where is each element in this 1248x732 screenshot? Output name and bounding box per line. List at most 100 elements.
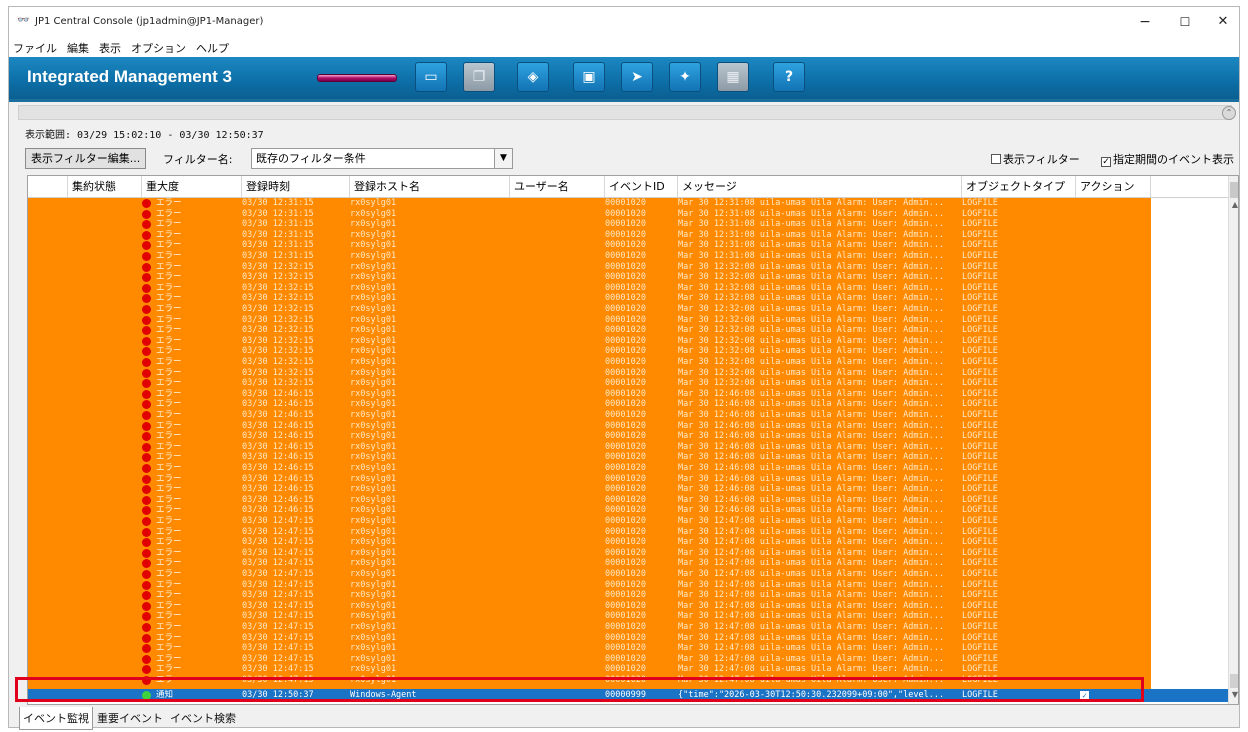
table-row[interactable]: エラー 03/30 12:47:15 rx0sylg01 00001020 Mar 30…: [28, 516, 1151, 527]
row-host: rx0sylg01: [350, 367, 397, 378]
table-row[interactable]: エラー 03/30 12:46:15 rx0sylg01 00001020 Mar 30…: [28, 389, 1151, 400]
row-severity: エラー: [156, 558, 182, 569]
period-events-checkbox[interactable]: ✓ 指定期間のイベント表示: [1101, 151, 1234, 167]
table-row[interactable]: エラー 03/30 12:47:15 rx0sylg01 00001020 Mar 30…: [28, 654, 1151, 665]
tab-event-search[interactable]: イベント検索: [167, 707, 239, 729]
table-row[interactable]: エラー 03/30 12:46:15 rx0sylg01 00001020 Mar 30…: [28, 431, 1151, 442]
close-button[interactable]: ✕: [1203, 11, 1243, 33]
row-severity: エラー: [156, 494, 182, 505]
column-header-aggregation[interactable]: 集約状態: [68, 176, 142, 197]
table-row[interactable]: エラー 03/30 12:32:15 rx0sylg01 00001020 Mar 30…: [28, 346, 1151, 357]
table-row[interactable]: エラー 03/30 12:31:15 rx0sylg01 00001020 Mar 30…: [28, 240, 1151, 251]
table-row[interactable]: エラー 03/30 12:31:15 rx0sylg01 00001020 Mar 30…: [28, 251, 1151, 262]
row-object-type: LOGFILE: [962, 304, 998, 314]
table-row[interactable]: エラー 03/30 12:47:15 rx0sylg01 00001020 Mar 30…: [28, 548, 1151, 559]
scrollbar-top-thumb[interactable]: [1230, 182, 1238, 198]
row-object-type: LOGFILE: [962, 219, 998, 230]
table-row[interactable]: エラー 03/30 12:32:15 rx0sylg01 00001020 Mar 30…: [28, 336, 1151, 347]
row-time: 03/30 12:47:15: [242, 537, 314, 548]
grid-icon[interactable]: ▦: [717, 62, 749, 92]
row-object-type: LOGFILE: [962, 293, 998, 304]
column-header-event-id[interactable]: イベントID: [605, 176, 678, 197]
minimize-button[interactable]: −: [1125, 11, 1165, 33]
table-row[interactable]: エラー 03/30 12:32:15 rx0sylg01 00001020 Mar 30…: [28, 272, 1151, 283]
table-row[interactable]: エラー 03/30 12:32:15 rx0sylg01 00001020 Mar 30…: [28, 325, 1151, 336]
table-row[interactable]: エラー 03/30 12:47:15 rx0sylg01 00001020 Mar 30…: [28, 569, 1151, 580]
table-row[interactable]: エラー 03/30 12:47:15 rx0sylg01 00001020 Mar 30…: [28, 622, 1151, 633]
table-row[interactable]: エラー 03/30 12:32:15 rx0sylg01 00001020 Mar 30…: [28, 378, 1151, 389]
table-row[interactable]: エラー 03/30 12:47:15 rx0sylg01 00001020 Mar 30…: [28, 633, 1151, 644]
table-row[interactable]: エラー 03/30 12:32:15 rx0sylg01 00001020 Mar 30…: [28, 304, 1151, 315]
row-message: Mar 30 12:47:08 uila-umas Uila Alarm: Us…: [678, 558, 945, 569]
column-header-host[interactable]: 登録ホスト名: [350, 176, 510, 197]
stack-icon[interactable]: ❐: [463, 62, 495, 92]
table-row[interactable]: エラー 03/30 12:47:15 rx0sylg01 00001020 Mar 30…: [28, 558, 1151, 569]
table-row[interactable]: エラー 03/30 12:32:15 rx0sylg01 00001020 Mar 30…: [28, 283, 1151, 294]
diamond-icon[interactable]: ◈: [517, 62, 549, 92]
table-row[interactable]: エラー 03/30 12:46:15 rx0sylg01 00001020 Mar 30…: [28, 474, 1151, 485]
table-row[interactable]: エラー 03/30 12:32:15 rx0sylg01 00001020 Mar 30…: [28, 262, 1151, 273]
table-row[interactable]: エラー 03/30 12:46:15 rx0sylg01 00001020 Mar 30…: [28, 442, 1151, 453]
edit-display-filter-button[interactable]: 表示フィルター編集...: [25, 148, 147, 169]
table-row[interactable]: エラー 03/30 12:47:15 rx0sylg01 00001020 Mar 30…: [28, 664, 1151, 675]
table-row[interactable]: エラー 03/30 12:31:15 rx0sylg01 00001020 Mar 30…: [28, 219, 1151, 230]
table-row[interactable]: エラー 03/30 12:32:15 rx0sylg01 00001020 Mar 30…: [28, 293, 1151, 304]
column-header-user[interactable]: ユーザー名: [510, 176, 605, 197]
scroll-down-icon[interactable]: ▼: [1229, 690, 1238, 699]
table-row[interactable]: エラー 03/30 12:47:15 rx0sylg01 00001020 Mar 30…: [28, 580, 1151, 591]
table-row[interactable]: エラー 03/30 12:46:15 rx0sylg01 00001020 Mar 30…: [28, 484, 1151, 495]
row-object-type: LOGFILE: [962, 198, 998, 208]
table-row[interactable]: エラー 03/30 12:47:15 rx0sylg01 00001020 Mar 30…: [28, 590, 1151, 601]
table-row[interactable]: エラー 03/30 12:46:15 rx0sylg01 00001020 Mar 30…: [28, 421, 1151, 432]
table-row[interactable]: エラー 03/30 12:47:15 rx0sylg01 00001020 Mar 30…: [28, 601, 1151, 612]
puzzle-icon[interactable]: ✦: [669, 62, 701, 92]
monitor-icon[interactable]: ▭: [415, 62, 447, 92]
table-row[interactable]: エラー 03/30 12:47:15 rx0sylg01 00001020 Mar 30…: [28, 611, 1151, 622]
maximize-button[interactable]: ☐: [1165, 11, 1205, 33]
scrollbar-thumb[interactable]: [1230, 674, 1238, 688]
menu-edit[interactable]: 編集: [62, 37, 94, 56]
filter-name-select[interactable]: 既存のフィルター条件 ▼: [251, 148, 513, 169]
table-row[interactable]: エラー 03/30 12:47:15 rx0sylg01 00001020 Mar 30…: [28, 537, 1151, 548]
tab-event-monitoring[interactable]: イベント監視: [19, 707, 93, 730]
table-row[interactable]: エラー 03/30 12:47:15 rx0sylg01 00001020 Mar 30…: [28, 643, 1151, 654]
column-header-blank[interactable]: [28, 176, 68, 197]
display-filter-checkbox[interactable]: 表示フィルター: [991, 151, 1080, 167]
collapse-chevron-icon[interactable]: ⌃: [1222, 106, 1236, 120]
table-row[interactable]: エラー 03/30 12:46:15 rx0sylg01 00001020 Mar 30…: [28, 495, 1151, 506]
table-row[interactable]: エラー 03/30 12:32:15 rx0sylg01 00001020 Mar 30…: [28, 368, 1151, 379]
table-row[interactable]: エラー 03/30 12:32:15 rx0sylg01 00001020 Mar 30…: [28, 357, 1151, 368]
table-row[interactable]: エラー 03/30 12:46:15 rx0sylg01 00001020 Mar 30…: [28, 410, 1151, 421]
column-header-severity[interactable]: 重大度: [142, 176, 242, 197]
column-header-action[interactable]: アクション: [1076, 176, 1151, 197]
menu-file[interactable]: ファイル: [9, 37, 62, 56]
row-object-type: LOGFILE: [962, 547, 998, 558]
table-row[interactable]: エラー 03/30 12:47:15 rx0sylg01 00001020 Mar 30…: [28, 527, 1151, 538]
table-row[interactable]: エラー 03/30 12:32:15 rx0sylg01 00001020 Mar 30…: [28, 315, 1151, 326]
menu-options[interactable]: オプション: [126, 37, 191, 56]
table-row[interactable]: エラー 03/30 12:46:15 rx0sylg01 00001020 Mar 30…: [28, 463, 1151, 474]
column-header-message[interactable]: メッセージ: [678, 176, 962, 197]
menu-help[interactable]: ヘルプ: [191, 37, 234, 56]
row-host: rx0sylg01: [350, 304, 397, 314]
table-row[interactable]: エラー 03/30 12:46:15 rx0sylg01 00001020 Mar 30…: [28, 452, 1151, 463]
chevron-down-icon[interactable]: ▼: [494, 149, 512, 168]
table-row[interactable]: エラー 03/30 12:31:15 rx0sylg01 00001020 Mar 30…: [28, 230, 1151, 241]
table-row[interactable]: エラー 03/30 12:31:15 rx0sylg01 00001020 Mar 30…: [28, 198, 1151, 209]
scroll-up-icon[interactable]: ▲: [1229, 200, 1238, 209]
window-icon[interactable]: ▣: [573, 62, 605, 92]
table-row[interactable]: エラー 03/30 12:46:15 rx0sylg01 00001020 Mar 30…: [28, 399, 1151, 410]
row-host: rx0sylg01: [350, 600, 397, 611]
arrow-cursor-icon[interactable]: ➤: [621, 62, 653, 92]
table-row[interactable]: エラー 03/30 12:46:15 rx0sylg01 00001020 Mar 30…: [28, 505, 1151, 516]
table-row[interactable]: エラー 03/30 12:31:15 rx0sylg01 00001020 Mar 30…: [28, 209, 1151, 220]
collapsed-panel-bar[interactable]: [18, 105, 1232, 120]
help-icon[interactable]: ?: [773, 62, 805, 92]
menu-view[interactable]: 表示: [94, 37, 126, 56]
row-host: rx0sylg01: [350, 473, 397, 484]
column-header-time[interactable]: 登録時刻: [242, 176, 350, 197]
vertical-scrollbar[interactable]: ▲ ▼: [1228, 176, 1238, 704]
tab-important-events[interactable]: 重要イベント: [94, 707, 166, 729]
column-header-object-type[interactable]: オブジェクトタイプ: [962, 176, 1076, 197]
event-table[interactable]: 集約状態 重大度 登録時刻 登録ホスト名 ユーザー名 イベントID メッセージ …: [27, 175, 1239, 705]
